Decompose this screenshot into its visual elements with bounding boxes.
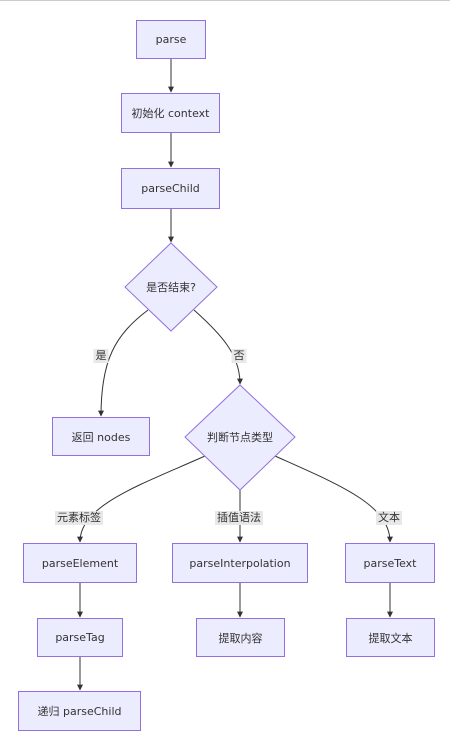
node-init-context-label: 初始化 context (131, 107, 210, 120)
edge-judge-to-text (274, 455, 393, 543)
node-parse-interpolation-label: parseInterpolation (189, 556, 291, 570)
node-parse-label: parse (155, 33, 187, 46)
node-parse-text: parseText (345, 543, 435, 583)
node-parse-element-label: parseElement (41, 556, 119, 570)
node-parse-tag: parseTag (37, 618, 123, 657)
node-recursive-parse-child: 递归 parseChild (18, 691, 141, 731)
node-parse-child-label: parseChild (141, 182, 200, 195)
node-parse-tag-label: parseTag (55, 631, 105, 644)
node-init-context: 初始化 context (121, 93, 220, 133)
node-extract-content-label: 提取内容 (218, 631, 263, 645)
diamond-judge-type-label: 判断节点类型 (207, 431, 273, 444)
edge-label-interpolation-syntax: 插值语法 (215, 511, 263, 525)
node-recursive-parse-child-label: 递归 parseChild (37, 705, 122, 718)
node-return-nodes: 返回 nodes (52, 417, 150, 456)
node-parse: parse (136, 20, 206, 59)
node-extract-text: 提取文本 (346, 618, 435, 657)
edge-label-no: 否 (231, 349, 247, 363)
node-extract-text-label: 提取文本 (368, 631, 413, 645)
node-parse-child: parseChild (121, 168, 220, 209)
node-return-nodes-label: 返回 nodes (71, 430, 131, 444)
node-parse-interpolation: parseInterpolation (172, 543, 308, 583)
edge-isend-to-return (98, 309, 149, 417)
diamond-is-end-label: 是否结束? (146, 281, 196, 294)
node-parse-element: parseElement (23, 543, 137, 583)
edge-label-yes: 是 (93, 349, 109, 363)
edge-judge-to-element (77, 455, 206, 543)
node-extract-content: 提取内容 (196, 618, 285, 657)
flowchart-canvas: parse 初始化 context parseChild 返回 nodes pa… (0, 0, 450, 746)
node-parse-text-label: parseText (363, 556, 417, 570)
edge-label-text: 文本 (376, 511, 402, 525)
edge-label-element-tag: 元素标签 (55, 511, 103, 525)
edge-isend-to-judge (193, 309, 243, 385)
